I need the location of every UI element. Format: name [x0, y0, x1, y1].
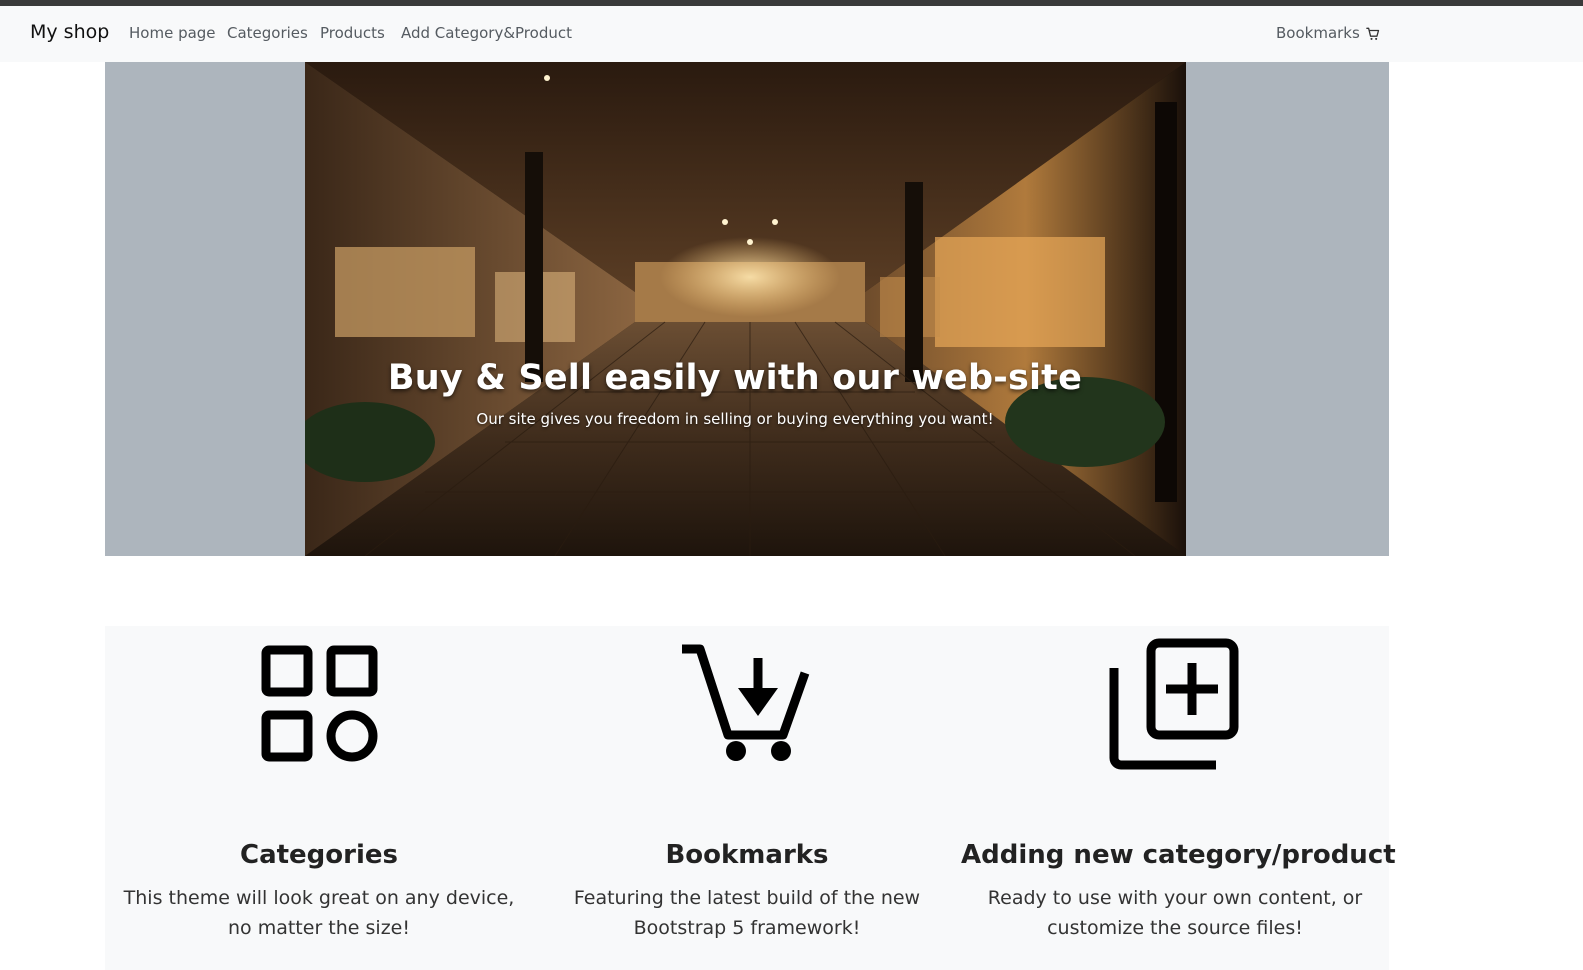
feature-categories: Categories This theme will look great on… [105, 626, 533, 970]
nav-add-category-product[interactable]: Add Category&Product [401, 24, 572, 42]
cart-download-icon [682, 644, 810, 761]
feature-title: Adding new category/product [961, 840, 1396, 870]
grid-icon [261, 645, 378, 762]
nav-products[interactable]: Products [320, 24, 385, 42]
feature-text: Ready to use with your own content, or c… [987, 887, 1363, 939]
feature-bookmarks: Bookmarks Featuring the latest build of … [533, 626, 961, 970]
nav-bookmarks[interactable]: Bookmarks [1276, 24, 1360, 42]
hero-title: Buy & Sell easily with our web-site [387, 358, 1083, 398]
feature-add-category-product: Adding new category/product Ready to use… [961, 626, 1396, 970]
hero-subtitle: Our site gives you freedom in selling or… [476, 410, 994, 428]
navbar: My shop Home page Categories Products Ad… [0, 6, 1583, 62]
cart-icon[interactable] [1366, 27, 1380, 41]
feature-text: Featuring the latest build of the new Bo… [573, 887, 921, 939]
feature-title: Bookmarks [665, 840, 829, 870]
hero-carousel: Buy & Sell easily with our web-site Our … [105, 62, 1389, 556]
brand-link[interactable]: My shop [30, 21, 109, 43]
nav-categories[interactable]: Categories [227, 24, 308, 42]
hero-caption: Buy & Sell easily with our web-site Our … [305, 358, 1165, 428]
feature-title: Categories [239, 840, 398, 870]
hero-image-mall-corridor [305, 62, 1186, 556]
features-section: Categories This theme will look great on… [105, 626, 1396, 970]
add-collection-icon [1109, 638, 1239, 770]
feature-text: This theme will look great on any device… [123, 887, 515, 939]
nav-home-page[interactable]: Home page [129, 24, 216, 42]
